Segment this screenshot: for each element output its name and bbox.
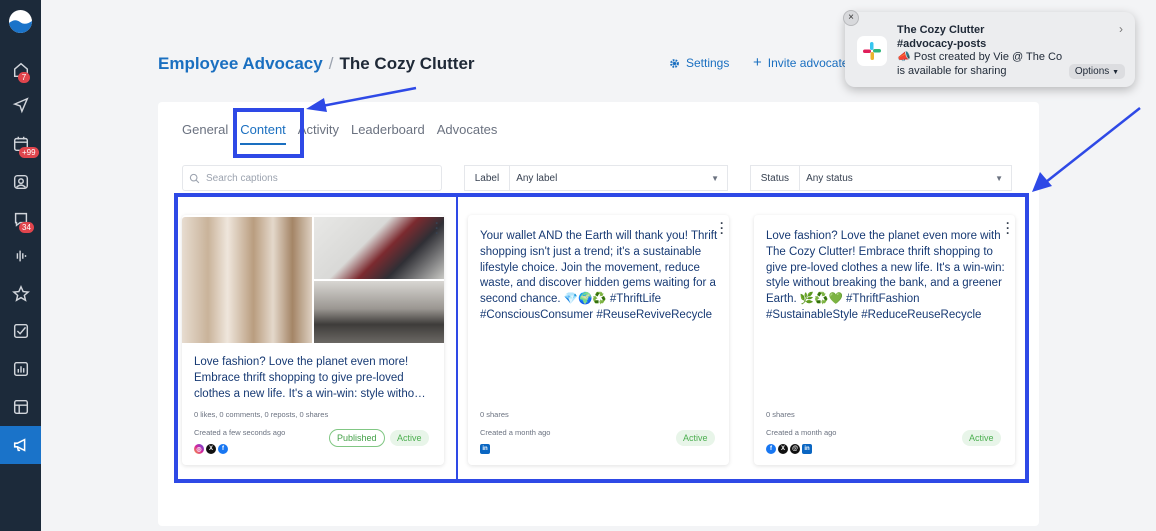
- invite-advocate-button[interactable]: + Invite advocate: [753, 54, 849, 71]
- plus-icon: +: [753, 54, 762, 71]
- filter-spacer: [442, 165, 464, 191]
- instagram-icon: ◎: [194, 444, 204, 454]
- post-created: Created a month ago: [766, 428, 837, 437]
- notification-line1: 📣 Post created by Vie @ The Co: [897, 51, 1063, 63]
- nav-media[interactable]: [0, 166, 41, 198]
- clothes-rack-image[interactable]: [182, 217, 312, 343]
- image-icon: [13, 174, 28, 190]
- post-caption: Love fashion? Love the planet even more!…: [194, 356, 426, 400]
- label-filter-title: Label: [463, 165, 510, 191]
- more-options-icon[interactable]: · · ·: [434, 217, 440, 239]
- status-badge: Active: [676, 430, 715, 446]
- chevron-down-icon: ▼: [995, 173, 1003, 183]
- post-card[interactable]: · · · Love fashion? Love the planet even m…: [754, 215, 1015, 465]
- sidebar: 7 +99 34: [0, 0, 41, 531]
- notification-title: The Cozy Clutter: [897, 24, 985, 36]
- invite-label: Invite advocate: [767, 56, 849, 70]
- social-networks: f X @ in: [766, 444, 812, 454]
- shopping-woman-image[interactable]: [314, 217, 444, 279]
- status-badge: Active: [962, 430, 1001, 446]
- chevron-down-icon: ▼: [711, 173, 720, 183]
- post-stats: 0 shares: [766, 410, 795, 419]
- layout-icon: [13, 399, 28, 415]
- settings-label: Settings: [686, 56, 730, 70]
- home-badge: 7: [18, 72, 30, 83]
- slack-notification[interactable]: × The Cozy Clutter #advocacy-posts 📣 Pos…: [843, 10, 1135, 87]
- search-input[interactable]: [206, 172, 436, 184]
- post-caption: Love fashion? Love the planet even more …: [766, 230, 1005, 321]
- social-networks: in: [480, 444, 490, 454]
- x-icon: X: [206, 444, 216, 454]
- options-label: Options: [1074, 66, 1110, 77]
- nav-tasks[interactable]: [0, 315, 41, 347]
- post-card[interactable]: · · · Love fashion? Love the planet even m…: [182, 215, 444, 465]
- post-image-grid: [182, 217, 444, 343]
- tab-advocates[interactable]: Advocates: [437, 122, 498, 145]
- filter-bar: Label Any label ▼ Status Any status ▼: [182, 165, 1012, 191]
- post-stats: 0 likes, 0 comments, 0 reposts, 0 shares: [194, 410, 329, 419]
- page-title: Employee Advocacy / The Cozy Clutter: [158, 54, 475, 74]
- chevron-right-icon[interactable]: ›: [1119, 22, 1123, 36]
- tab-general[interactable]: General: [182, 122, 228, 145]
- notification-channel: #advocacy-posts: [897, 37, 987, 50]
- highlight-divider: [456, 197, 458, 479]
- nav-dashboard[interactable]: [0, 391, 41, 423]
- nav-home[interactable]: 7: [0, 54, 41, 86]
- content-panel: General Content Activity Leaderboard Adv…: [158, 102, 1039, 526]
- breadcrumb-employee-advocacy[interactable]: Employee Advocacy: [158, 54, 323, 73]
- tab-content[interactable]: Content: [240, 122, 286, 145]
- tab-leaderboard[interactable]: Leaderboard: [351, 122, 425, 145]
- star-icon: [11, 285, 30, 302]
- linkedin-icon: in: [802, 444, 812, 454]
- post-created: Created a month ago: [480, 428, 551, 437]
- megaphone-icon: [13, 438, 25, 452]
- inbox-badge: 34: [19, 222, 34, 233]
- app-logo[interactable]: [9, 10, 32, 33]
- breadcrumb-current: The Cozy Clutter: [339, 54, 475, 73]
- search-icon: [189, 173, 200, 183]
- boutique-interior-image[interactable]: [314, 281, 444, 343]
- send-icon: [12, 97, 29, 114]
- facebook-icon: f: [766, 444, 776, 454]
- post-caption: Your wallet AND the Earth will thank you…: [480, 230, 718, 321]
- annotation-arrow-right: [1032, 107, 1141, 192]
- status-select-value: Any status: [806, 172, 853, 184]
- breadcrumb-separator: /: [328, 54, 334, 73]
- chevron-down-icon: ▼: [1112, 69, 1119, 76]
- threads-icon: @: [790, 444, 800, 454]
- soundwave-icon: [16, 250, 26, 262]
- nav-reviews[interactable]: [0, 278, 41, 310]
- filter-spacer: [728, 165, 750, 191]
- bar-chart-icon: [13, 361, 28, 377]
- social-networks: ◎ X f: [194, 444, 228, 454]
- tab-bar: General Content Activity Leaderboard Adv…: [182, 122, 509, 145]
- settings-button[interactable]: Settings: [669, 56, 729, 70]
- post-created: Created a few seconds ago: [194, 428, 286, 437]
- nav-publish[interactable]: [0, 89, 41, 121]
- nav-reports[interactable]: [0, 353, 41, 385]
- label-select[interactable]: Any label ▼: [509, 165, 729, 191]
- facebook-icon: f: [218, 444, 228, 454]
- x-icon: X: [778, 444, 788, 454]
- status-filter-title: Status: [749, 165, 800, 191]
- checkbox-icon: [13, 323, 28, 339]
- calendar-badge: +99: [19, 147, 39, 158]
- nav-listening[interactable]: [0, 240, 41, 272]
- status-select[interactable]: Any status ▼: [799, 165, 1012, 191]
- status-badge: Active: [390, 430, 429, 446]
- nav-inbox[interactable]: 34: [0, 203, 41, 235]
- gear-icon: [670, 58, 679, 68]
- linkedin-icon: in: [480, 444, 490, 454]
- slack-icon: [857, 36, 887, 66]
- tab-activity[interactable]: Activity: [298, 122, 339, 145]
- search-box: [182, 165, 443, 191]
- post-card[interactable]: · · · Your wallet AND the Earth will thank…: [468, 215, 729, 465]
- nav-advocacy[interactable]: [0, 426, 41, 464]
- label-select-value: Any label: [516, 172, 558, 184]
- nav-calendar[interactable]: +99: [0, 128, 41, 160]
- published-badge: Published: [329, 429, 385, 447]
- notification-options-button[interactable]: Options ▼: [1068, 64, 1125, 79]
- close-icon[interactable]: ×: [843, 10, 859, 26]
- post-stats: 0 shares: [480, 410, 509, 419]
